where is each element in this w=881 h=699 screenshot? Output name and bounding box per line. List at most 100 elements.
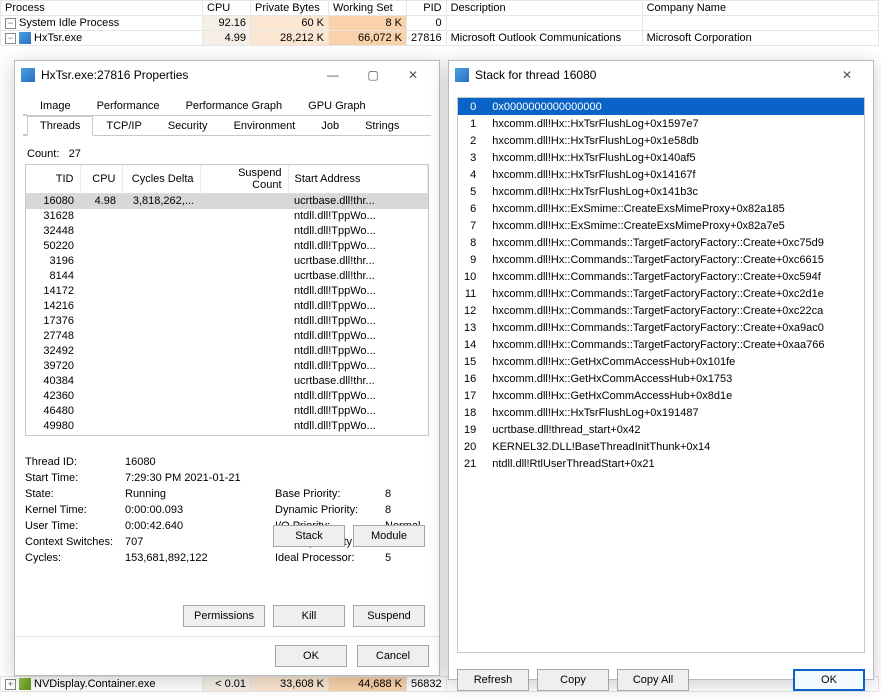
tab-performance-graph[interactable]: Performance Graph — [173, 96, 296, 116]
thread-row[interactable]: 50220ntdll.dll!TppWo... — [26, 239, 428, 254]
titlebar[interactable]: HxTsr.exe:27816 Properties — ▢ ✕ — [15, 61, 439, 89]
thread-row[interactable]: 160804.983,818,262,...ucrtbase.dll!thr..… — [26, 194, 428, 209]
thread-row[interactable]: 14172ntdll.dll!TppWo... — [26, 284, 428, 299]
col-cpu[interactable]: CPU — [203, 1, 251, 16]
tab-environment[interactable]: Environment — [221, 116, 309, 136]
process-row[interactable]: −System Idle Process 92.16 60 K 8 K 0 — [1, 16, 879, 31]
ok-button[interactable]: OK — [793, 669, 865, 691]
titlebar[interactable]: Stack for thread 16080 ✕ — [449, 61, 873, 89]
stack-button[interactable]: Stack — [273, 525, 345, 547]
kill-button[interactable]: Kill — [273, 605, 345, 627]
thread-row[interactable]: 39720ntdll.dll!TppWo... — [26, 359, 428, 374]
stack-frame-row[interactable]: 10hxcomm.dll!Hx::Commands::TargetFactory… — [458, 268, 864, 285]
cancel-button[interactable]: Cancel — [357, 645, 429, 667]
detail-label: Base Priority: — [275, 488, 385, 500]
tree-expand-icon[interactable]: + — [5, 679, 16, 690]
proc-name: System Idle Process — [19, 17, 119, 29]
stack-frame-row[interactable]: 15hxcomm.dll!Hx::GetHxCommAccessHub+0x10… — [458, 353, 864, 370]
tab-tcp-ip[interactable]: TCP/IP — [93, 116, 154, 136]
copy-all-button[interactable]: Copy All — [617, 669, 689, 691]
stack-frame-row[interactable]: 13hxcomm.dll!Hx::Commands::TargetFactory… — [458, 319, 864, 336]
app-icon — [21, 68, 35, 82]
close-button[interactable]: ✕ — [827, 62, 867, 88]
stack-frame-row[interactable]: 00x0000000000000000 — [458, 98, 864, 115]
stack-frame-row[interactable]: 4hxcomm.dll!Hx::HxTsrFlushLog+0x14167f — [458, 166, 864, 183]
copy-button[interactable]: Copy — [537, 669, 609, 691]
detail-label: Start Time: — [25, 472, 125, 484]
thread-row[interactable]: 27748ntdll.dll!TppWo... — [26, 329, 428, 344]
stack-frame-row[interactable]: 16hxcomm.dll!Hx::GetHxCommAccessHub+0x17… — [458, 370, 864, 387]
stack-frame-row[interactable]: 3hxcomm.dll!Hx::HxTsrFlushLog+0x140af5 — [458, 149, 864, 166]
tab-row-top: ImagePerformancePerformance GraphGPU Gra… — [23, 95, 431, 116]
stack-frame-row[interactable]: 20KERNEL32.DLL!BaseThreadInitThunk+0x14 — [458, 438, 864, 455]
detail-value: 153,681,892,122 — [125, 552, 275, 564]
thread-row[interactable]: 31628ntdll.dll!TppWo... — [26, 209, 428, 224]
detail-value: 707 — [125, 536, 275, 548]
ok-button[interactable]: OK — [275, 645, 347, 667]
stack-frame-row[interactable]: 21ntdll.dll!RtlUserThreadStart+0x21 — [458, 455, 864, 472]
tree-expand-icon[interactable]: − — [5, 33, 16, 44]
tab-job[interactable]: Job — [308, 116, 352, 136]
col-cpu[interactable]: CPU — [80, 165, 122, 194]
stack-frame-row[interactable]: 9hxcomm.dll!Hx::Commands::TargetFactoryF… — [458, 251, 864, 268]
stack-frame-row[interactable]: 8hxcomm.dll!Hx::Commands::TargetFactoryF… — [458, 234, 864, 251]
stack-frame-row[interactable]: 17hxcomm.dll!Hx::GetHxCommAccessHub+0x8d… — [458, 387, 864, 404]
tab-image[interactable]: Image — [27, 96, 84, 116]
col-pid[interactable]: PID — [407, 1, 447, 16]
col-tid[interactable]: TID — [26, 165, 80, 194]
stack-frame-row[interactable]: 14hxcomm.dll!Hx::Commands::TargetFactory… — [458, 336, 864, 353]
stack-frame-row[interactable]: 12hxcomm.dll!Hx::Commands::TargetFactory… — [458, 302, 864, 319]
detail-value: 0:00:42.640 — [125, 520, 275, 532]
thread-row[interactable]: 8144ucrtbase.dll!thr... — [26, 269, 428, 284]
thread-row[interactable]: 32448ntdll.dll!TppWo... — [26, 224, 428, 239]
proc-name: NVDisplay.Container.exe — [34, 678, 155, 690]
col-company[interactable]: Company Name — [642, 1, 878, 16]
stack-frame-row[interactable]: 1hxcomm.dll!Hx::HxTsrFlushLog+0x1597e7 — [458, 115, 864, 132]
col-process[interactable]: Process — [1, 1, 203, 16]
stack-list[interactable]: 00x00000000000000001hxcomm.dll!Hx::HxTsr… — [457, 97, 865, 653]
col-suspend[interactable]: Suspend Count — [200, 165, 288, 194]
stack-frame-row[interactable]: 11hxcomm.dll!Hx::Commands::TargetFactory… — [458, 285, 864, 302]
refresh-button[interactable]: Refresh — [457, 669, 529, 691]
thread-row[interactable]: 40384ucrtbase.dll!thr... — [26, 374, 428, 389]
module-button[interactable]: Module — [353, 525, 425, 547]
detail-value: 8 — [385, 488, 455, 500]
thread-row[interactable]: 14216ntdll.dll!TppWo... — [26, 299, 428, 314]
stack-frame-row[interactable]: 2hxcomm.dll!Hx::HxTsrFlushLog+0x1e58db — [458, 132, 864, 149]
tab-gpu-graph[interactable]: GPU Graph — [295, 96, 378, 116]
process-row[interactable]: −HxTsr.exe 4.99 28,212 K 66,072 K 27816 … — [1, 31, 879, 46]
process-icon — [19, 32, 31, 44]
thread-row[interactable]: 46480ntdll.dll!TppWo... — [26, 404, 428, 419]
maximize-button[interactable]: ▢ — [353, 62, 393, 88]
stack-frame-row[interactable]: 5hxcomm.dll!Hx::HxTsrFlushLog+0x141b3c — [458, 183, 864, 200]
permissions-button[interactable]: Permissions — [183, 605, 265, 627]
col-priv-bytes[interactable]: Private Bytes — [251, 1, 329, 16]
thread-row[interactable]: 42360ntdll.dll!TppWo... — [26, 389, 428, 404]
thread-row[interactable]: 50008ntdll.dll!TppWo... — [26, 434, 428, 437]
detail-value — [385, 472, 455, 484]
col-description[interactable]: Description — [446, 1, 642, 16]
suspend-button[interactable]: Suspend — [353, 605, 425, 627]
process-icon — [19, 678, 31, 690]
thread-row[interactable]: 17376ntdll.dll!TppWo... — [26, 314, 428, 329]
thread-row[interactable]: 32492ntdll.dll!TppWo... — [26, 344, 428, 359]
tab-strings[interactable]: Strings — [352, 116, 412, 136]
minimize-button[interactable]: — — [313, 62, 353, 88]
thread-row[interactable]: 49980ntdll.dll!TppWo... — [26, 419, 428, 434]
tab-row-bottom: ThreadsTCP/IPSecurityEnvironmentJobStrin… — [23, 115, 431, 136]
thread-list[interactable]: TID CPU Cycles Delta Suspend Count Start… — [25, 164, 429, 436]
stack-frame-row[interactable]: 18hxcomm.dll!Hx::HxTsrFlushLog+0x191487 — [458, 404, 864, 421]
stack-frame-row[interactable]: 19ucrtbase.dll!thread_start+0x42 — [458, 421, 864, 438]
tab-security[interactable]: Security — [155, 116, 221, 136]
tab-threads[interactable]: Threads — [27, 116, 93, 136]
col-start-addr[interactable]: Start Address — [288, 165, 428, 194]
col-cycles[interactable]: Cycles Delta — [122, 165, 200, 194]
col-working-set[interactable]: Working Set — [329, 1, 407, 16]
stack-frame-row[interactable]: 7hxcomm.dll!Hx::ExSmime::CreateExsMimePr… — [458, 217, 864, 234]
process-table[interactable]: Process CPU Private Bytes Working Set PI… — [0, 0, 879, 46]
close-button[interactable]: ✕ — [393, 62, 433, 88]
tab-performance[interactable]: Performance — [84, 96, 173, 116]
stack-frame-row[interactable]: 6hxcomm.dll!Hx::ExSmime::CreateExsMimePr… — [458, 200, 864, 217]
tree-expand-icon[interactable]: − — [5, 18, 16, 29]
thread-row[interactable]: 3196ucrtbase.dll!thr... — [26, 254, 428, 269]
